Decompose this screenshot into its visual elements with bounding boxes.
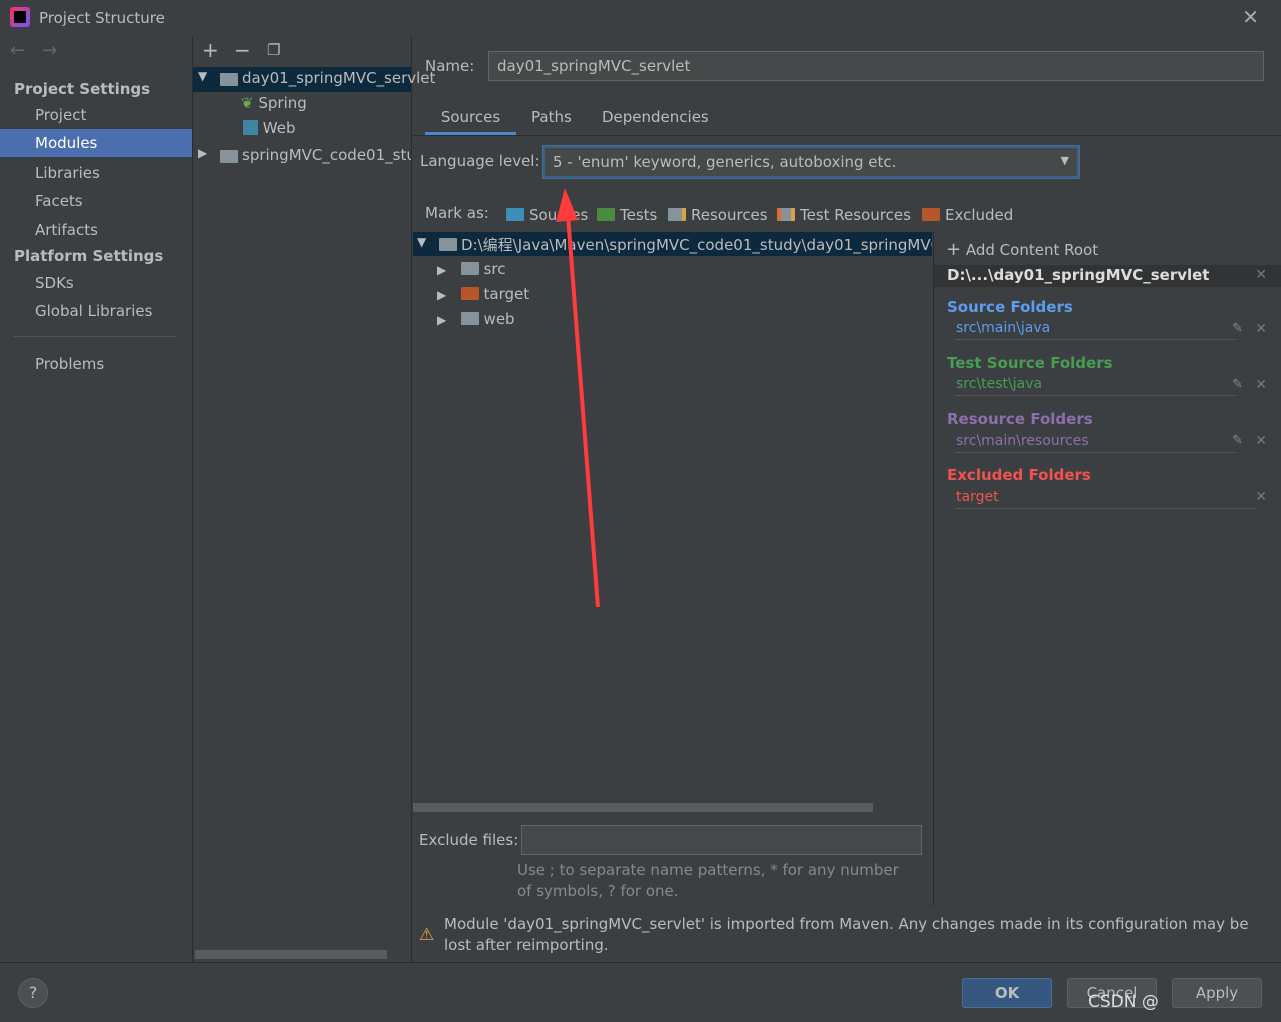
close-icon[interactable]: ✕ xyxy=(1255,489,1267,505)
excluded-folder-icon xyxy=(922,208,940,221)
web-facet[interactable]: Web xyxy=(243,119,295,137)
mark-excluded-button[interactable]: Excluded xyxy=(922,206,1013,224)
edit-icon[interactable]: ✎ xyxy=(1232,321,1243,336)
add-content-root-button[interactable]: + Add Content Root xyxy=(946,239,1098,260)
module-item[interactable]: ▶ springMVC_code01_study xyxy=(193,144,411,169)
mark-resources-button[interactable]: Resources xyxy=(668,206,768,224)
sidebar: ← → Project Settings Project Modules Lib… xyxy=(0,36,193,962)
sources-folder-icon xyxy=(506,208,524,221)
mark-sources-button[interactable]: Sources xyxy=(506,206,588,224)
horizontal-scrollbar[interactable] xyxy=(413,803,873,812)
copy-icon[interactable]: ❐ xyxy=(267,41,280,59)
excluded-folder-icon xyxy=(460,287,479,300)
folder-icon xyxy=(439,238,457,251)
test-source-folders-header: Test Source Folders xyxy=(947,354,1113,372)
ok-button[interactable]: OK xyxy=(962,978,1052,1008)
mark-as-label: Mark as: xyxy=(425,204,489,222)
forward-icon[interactable]: → xyxy=(42,40,57,61)
spring-facet[interactable]: ❦ Spring xyxy=(241,94,307,112)
warning-icon: ⚠ xyxy=(419,925,435,945)
web-icon xyxy=(243,120,258,135)
close-icon[interactable]: ✕ xyxy=(1255,377,1267,393)
sidebar-item-facets[interactable]: Facets xyxy=(35,192,83,210)
language-level-select[interactable]: 5 - 'enum' keyword, generics, autoboxing… xyxy=(543,146,1079,178)
close-icon[interactable]: ✕ xyxy=(1255,433,1267,449)
add-icon[interactable]: + xyxy=(202,38,219,62)
tree-item-src[interactable]: ▶ src xyxy=(437,260,505,278)
close-icon[interactable]: ✕ xyxy=(1255,321,1267,337)
sidebar-item-artifacts[interactable]: Artifacts xyxy=(35,221,98,239)
resource-folder-item: src\main\resources xyxy=(956,433,1236,453)
sidebar-item-modules[interactable]: Modules xyxy=(0,129,192,157)
close-icon[interactable]: ✕ xyxy=(1255,267,1267,283)
source-folders-header: Source Folders xyxy=(947,298,1073,316)
chevron-down-icon: ▼ xyxy=(1060,154,1069,167)
excluded-folder-item: target xyxy=(956,489,1256,509)
add-icon: + xyxy=(946,239,962,260)
exclude-files-input[interactable] xyxy=(521,825,922,855)
watermark: CSDN @ xyxy=(1088,992,1159,1012)
apply-button[interactable]: Apply xyxy=(1172,978,1262,1008)
content-root-header: D:\...\day01_springMVC_servlet ✕ xyxy=(934,265,1281,287)
tree-item-web[interactable]: ▶ web xyxy=(437,310,515,328)
module-folder-icon xyxy=(220,71,243,89)
edit-icon[interactable]: ✎ xyxy=(1232,433,1243,448)
remove-icon[interactable]: − xyxy=(234,38,251,62)
scrollbar[interactable] xyxy=(195,950,387,959)
mark-tests-button[interactable]: Tests xyxy=(597,206,657,224)
folder-icon xyxy=(460,262,479,275)
tab-sources[interactable]: Sources xyxy=(425,108,516,135)
project-settings-header: Project Settings xyxy=(14,80,151,98)
language-level-label: Language level: xyxy=(420,152,540,170)
help-button[interactable]: ? xyxy=(18,978,48,1008)
test-resources-folder-icon xyxy=(777,208,795,221)
modules-panel: + − ❐ ▼ day01_springMVC_servlet ❦ Spring… xyxy=(193,36,435,962)
resource-folders-header: Resource Folders xyxy=(947,410,1093,428)
sidebar-item-sdks[interactable]: SDKs xyxy=(35,274,74,292)
tree-root[interactable]: ▼ D:\编程\Java\Maven\springMVC_code01_stud… xyxy=(413,232,932,256)
source-folder-item: src\main\java xyxy=(956,320,1236,340)
sidebar-item-problems[interactable]: Problems xyxy=(35,355,104,373)
name-label: Name: xyxy=(425,57,475,75)
maven-warning: Module 'day01_springMVC_servlet' is impo… xyxy=(444,915,1249,954)
test-source-folder-item: src\test\java xyxy=(956,376,1236,396)
tree-item-target[interactable]: ▶ target xyxy=(437,285,529,303)
sidebar-item-project[interactable]: Project xyxy=(35,106,86,124)
mark-test-resources-button[interactable]: Test Resources xyxy=(777,206,911,224)
exclude-hint: Use ; to separate name patterns, * for a… xyxy=(517,861,899,900)
module-folder-icon xyxy=(220,148,243,166)
edit-icon[interactable]: ✎ xyxy=(1232,377,1243,392)
folder-icon xyxy=(460,312,479,325)
tab-paths[interactable]: Paths xyxy=(531,108,572,126)
divider xyxy=(14,336,176,337)
platform-settings-header: Platform Settings xyxy=(14,247,164,265)
sidebar-item-global-libraries[interactable]: Global Libraries xyxy=(35,302,152,320)
excluded-folders-header: Excluded Folders xyxy=(947,466,1091,484)
window-title: Project Structure xyxy=(39,9,165,27)
back-icon[interactable]: ← xyxy=(10,40,25,61)
tab-dependencies[interactable]: Dependencies xyxy=(602,108,709,126)
module-item[interactable]: ▼ day01_springMVC_servlet xyxy=(193,67,435,92)
title-bar: Project Structure ✕ xyxy=(0,0,1281,36)
resources-folder-icon xyxy=(668,208,686,221)
exclude-files-label: Exclude files: xyxy=(419,831,519,849)
tests-folder-icon xyxy=(597,208,615,221)
name-input[interactable] xyxy=(488,51,1264,81)
spring-leaf-icon: ❦ xyxy=(241,94,254,112)
close-icon[interactable]: ✕ xyxy=(1242,5,1259,29)
sidebar-item-libraries[interactable]: Libraries xyxy=(35,164,100,182)
content-root-panel: + Add Content Root D:\...\day01_springMV… xyxy=(933,232,1281,906)
intellij-logo-icon xyxy=(10,7,30,27)
